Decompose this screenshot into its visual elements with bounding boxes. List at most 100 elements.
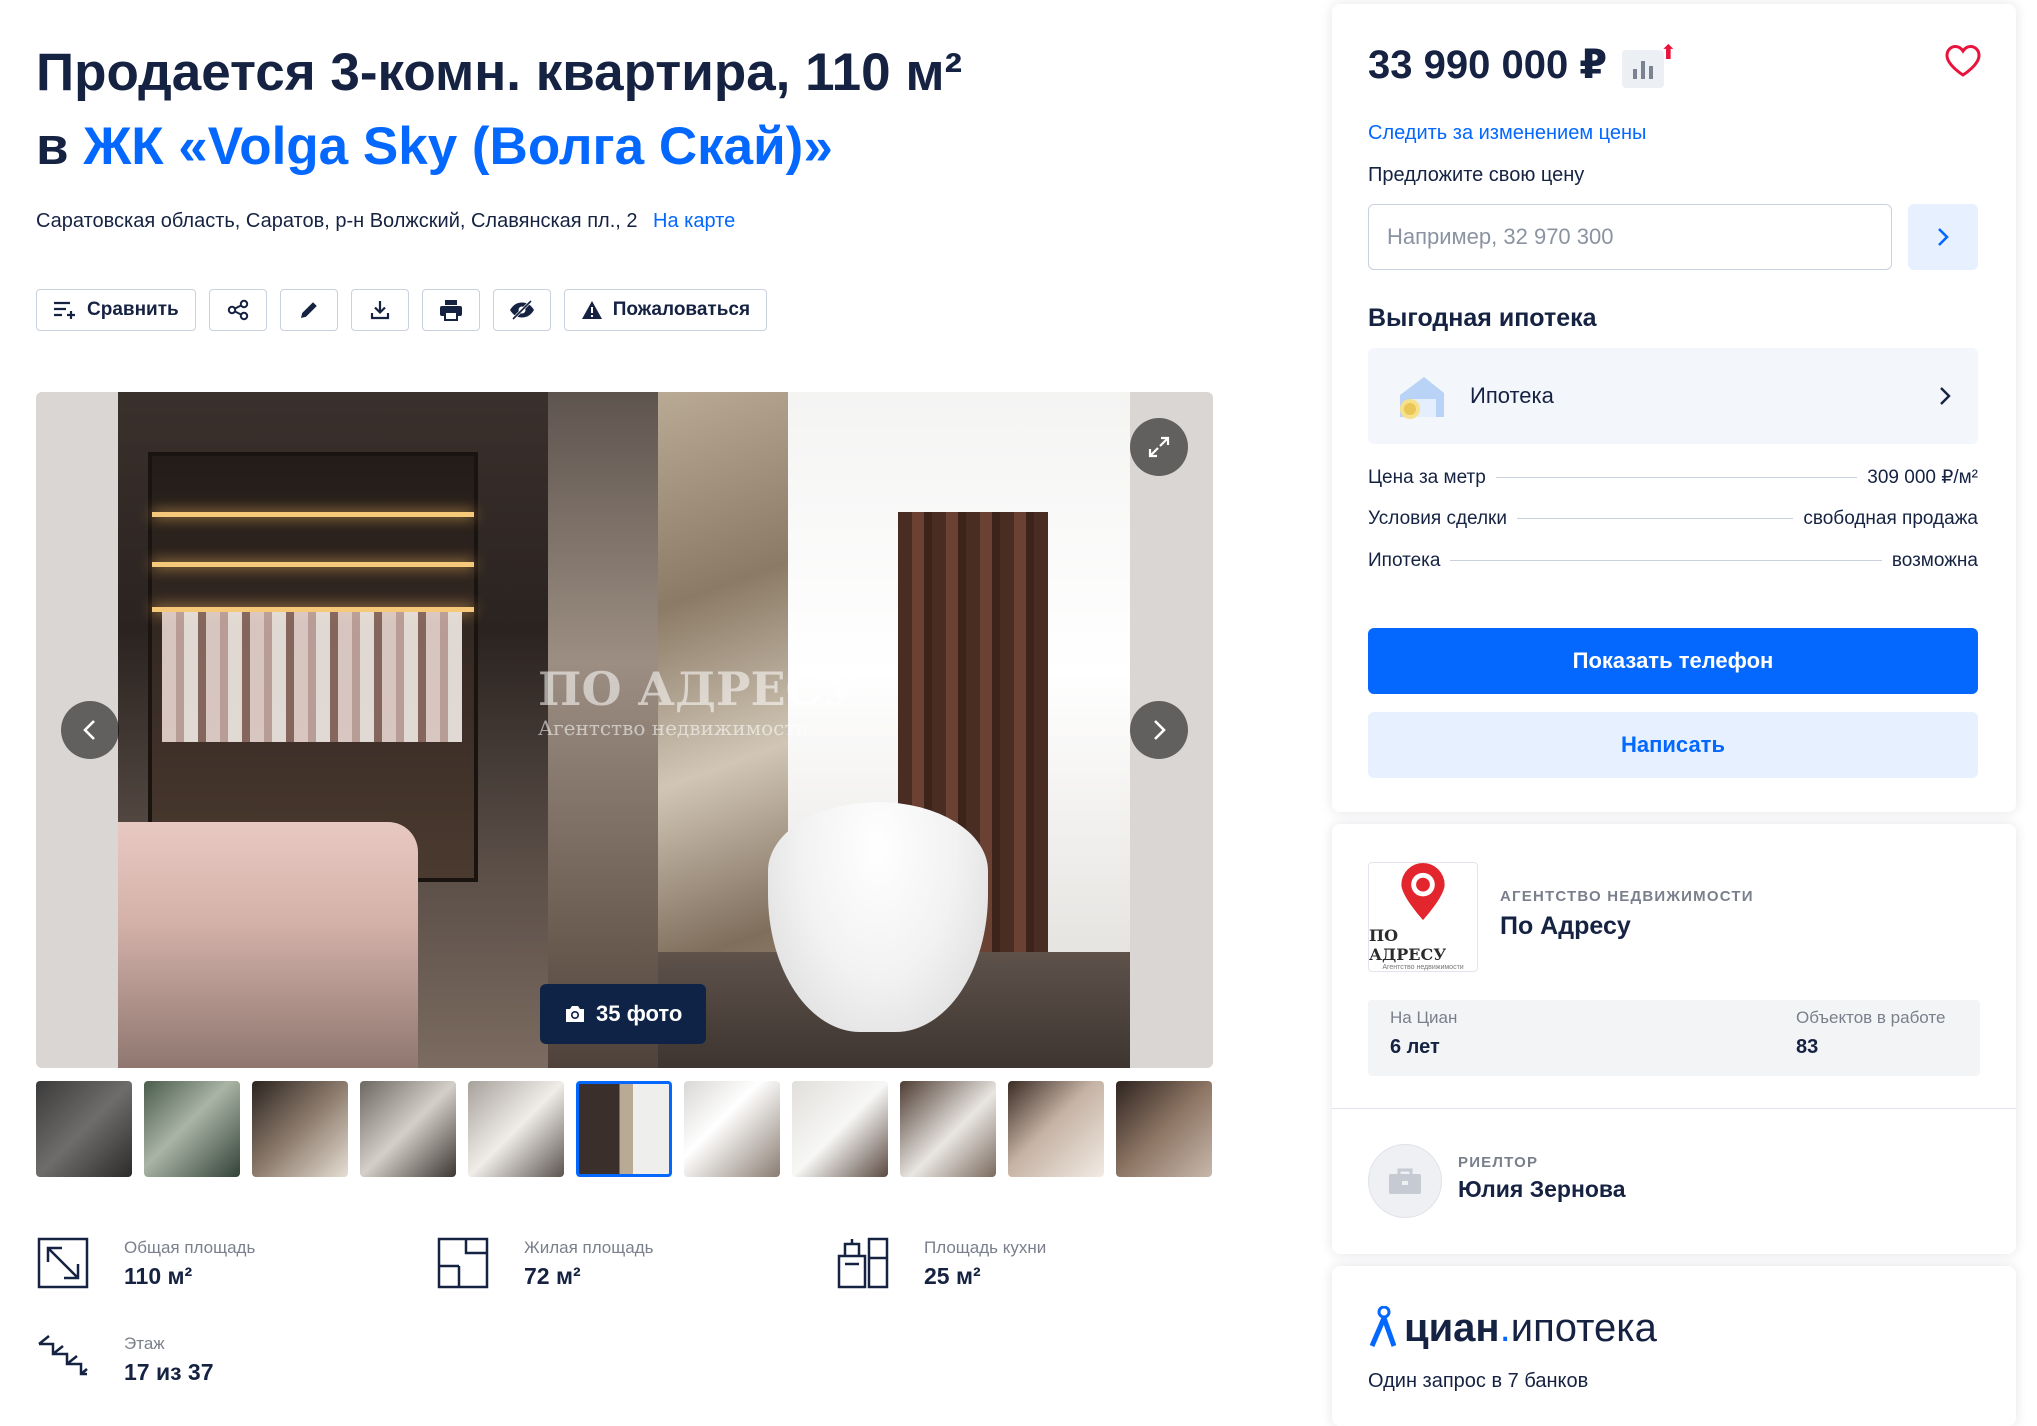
dotted-leader [1450, 560, 1882, 561]
photo-shelf-light [152, 512, 474, 517]
cian-mortgage-logo: циан .ипотека [1368, 1306, 1657, 1348]
hide-button[interactable] [492, 289, 551, 331]
cian-person-icon [1369, 1306, 1396, 1347]
follow-price-link[interactable]: Следить за изменением цены [1368, 122, 1646, 145]
share-button[interactable] [208, 289, 267, 331]
brand-cian: циан [1404, 1306, 1500, 1350]
fact-floor: Этаж 17 из 37 [36, 1332, 214, 1388]
detail-value: 309 000 ₽/м² [1867, 467, 1978, 488]
page-title: Продается 3-комн. квартира, 110 м² в ЖК … [36, 36, 1216, 184]
photo-bed [118, 822, 418, 1068]
fact-total-area: Общая площадь 110 м² [36, 1236, 255, 1292]
mortgage-item[interactable]: Ипотека [1368, 348, 1978, 444]
chevron-right-icon [1940, 387, 1951, 405]
agency-name-link[interactable]: По Адресу [1500, 912, 1631, 941]
agency-stats: На Циан 6 лет Объектов в работе 83 [1368, 1000, 1980, 1076]
agency-logo[interactable]: ПО АДРЕСУ Агентство недвижимости [1368, 862, 1478, 972]
map-link[interactable]: На карте [653, 210, 735, 232]
thumbnail[interactable] [684, 1081, 780, 1177]
complex-link[interactable]: ЖК «Volga Sky (Волга Скай)» [83, 117, 832, 176]
expand-icon [1148, 436, 1170, 458]
promo-subtitle: Один запрос в 7 банков [1368, 1370, 1589, 1392]
detail-label: Условия сделки [1368, 508, 1507, 529]
photo-clothes [162, 612, 462, 742]
thumbnail[interactable] [1008, 1081, 1104, 1177]
agency-card: ПО АДРЕСУ Агентство недвижимости АГЕНТСТ… [1332, 824, 2016, 1254]
detail-value: возможна [1891, 550, 1978, 571]
thumbnail[interactable] [36, 1081, 132, 1177]
edit-button[interactable] [279, 289, 338, 331]
address: Саратовская область, Саратов, р-н Волжск… [36, 210, 735, 233]
detail-row: Цена за метр 309 000 ₽/м² [1368, 466, 1978, 489]
thumbnail[interactable] [252, 1081, 348, 1177]
agency-logo-sub: Агентство недвижимости [1382, 964, 1464, 971]
gallery-next-button[interactable] [1130, 701, 1188, 759]
edit-icon [300, 302, 317, 318]
kitchen-icon [837, 1237, 889, 1289]
camera-icon [566, 1006, 584, 1022]
show-phone-button[interactable]: Показать телефон [1368, 628, 1978, 694]
fullscreen-button[interactable] [1130, 418, 1188, 476]
detail-row: Ипотека возможна [1368, 550, 1978, 572]
photo-count-label: 35 фото [596, 1001, 683, 1026]
chevron-right-icon [1938, 228, 1949, 246]
chevron-right-icon [1154, 720, 1166, 740]
gallery-prev-button[interactable] [61, 701, 119, 759]
stat-value: 83 [1796, 1036, 1819, 1058]
mortgage-heading: Выгодная ипотека [1368, 304, 1597, 332]
chart-bar-icon [1649, 66, 1653, 79]
thumbnail[interactable] [1116, 1081, 1212, 1177]
offer-submit-button[interactable] [1908, 204, 1978, 270]
chart-bar-icon [1641, 61, 1645, 79]
price-history-button[interactable] [1622, 50, 1664, 88]
download-button[interactable] [350, 289, 409, 331]
photo-count-button[interactable]: 35 фото [540, 984, 707, 1044]
fact-value: 110 м² [124, 1263, 193, 1289]
fact-label: Общая площадь [124, 1238, 256, 1257]
compare-icon [54, 301, 75, 319]
stat-value: 6 лет [1390, 1036, 1440, 1058]
price: 33 990 000 ₽ [1368, 43, 1608, 87]
realtor-avatar[interactable] [1368, 1144, 1442, 1218]
mortgage-promo-card[interactable]: циан .ипотека Один запрос в 7 банков [1332, 1266, 2016, 1426]
complain-label: Пожаловаться [612, 299, 751, 320]
chart-bar-icon [1633, 69, 1637, 79]
main-photo[interactable]: ПО АДРЕСУ Агентство недвижимости [118, 392, 1130, 1068]
photo-gallery[interactable]: ПО АДРЕСУ Агентство недвижимости 35 фото [36, 392, 1213, 1068]
download-icon [370, 301, 389, 320]
photo-watermark: ПО АДРЕСУ Агентство недвижимости [538, 662, 860, 740]
dotted-leader [1495, 477, 1858, 478]
address-text: Саратовская область, Саратов, р-н Волжск… [36, 210, 638, 232]
thumbnail-active[interactable] [576, 1081, 672, 1177]
chevron-left-icon [83, 720, 95, 740]
dotted-leader [1516, 518, 1794, 519]
fact-label: Этаж [124, 1334, 165, 1353]
action-toolbar: Сравнить Пожаловаться [36, 289, 768, 331]
total-area-icon [37, 1237, 89, 1289]
thumbnail[interactable] [144, 1081, 240, 1177]
stat-label: На Циан [1390, 1008, 1458, 1027]
complain-button[interactable]: Пожаловаться [563, 289, 768, 331]
map-pin-icon [1401, 863, 1445, 921]
detail-label: Цена за метр [1368, 467, 1486, 488]
living-area-icon [437, 1237, 489, 1289]
write-message-button[interactable]: Написать [1368, 712, 1978, 778]
compare-button[interactable]: Сравнить [36, 289, 196, 331]
thumbnail[interactable] [900, 1081, 996, 1177]
realtor-name-link[interactable]: Юлия Зернова [1458, 1176, 1626, 1203]
print-icon [439, 300, 462, 321]
print-button[interactable] [421, 289, 480, 331]
mortgage-item-label: Ипотека [1470, 383, 1554, 408]
brand-dot: . [1499, 1306, 1511, 1350]
hide-icon [509, 299, 534, 321]
fact-living-area: Жилая площадь 72 м² [436, 1236, 653, 1292]
thumbnail[interactable] [792, 1081, 888, 1177]
fact-value: 17 из 37 [124, 1359, 214, 1385]
offer-price-input[interactable] [1368, 204, 1892, 270]
price-card: 33 990 000 ₽ ⬆ Следить за изменением цен… [1332, 4, 2016, 812]
thumbnail[interactable] [468, 1081, 564, 1177]
favorite-heart-icon[interactable] [1944, 44, 1982, 78]
detail-value: свободная продажа [1803, 508, 1978, 529]
fact-label: Жилая площадь [524, 1238, 654, 1257]
thumbnail[interactable] [360, 1081, 456, 1177]
